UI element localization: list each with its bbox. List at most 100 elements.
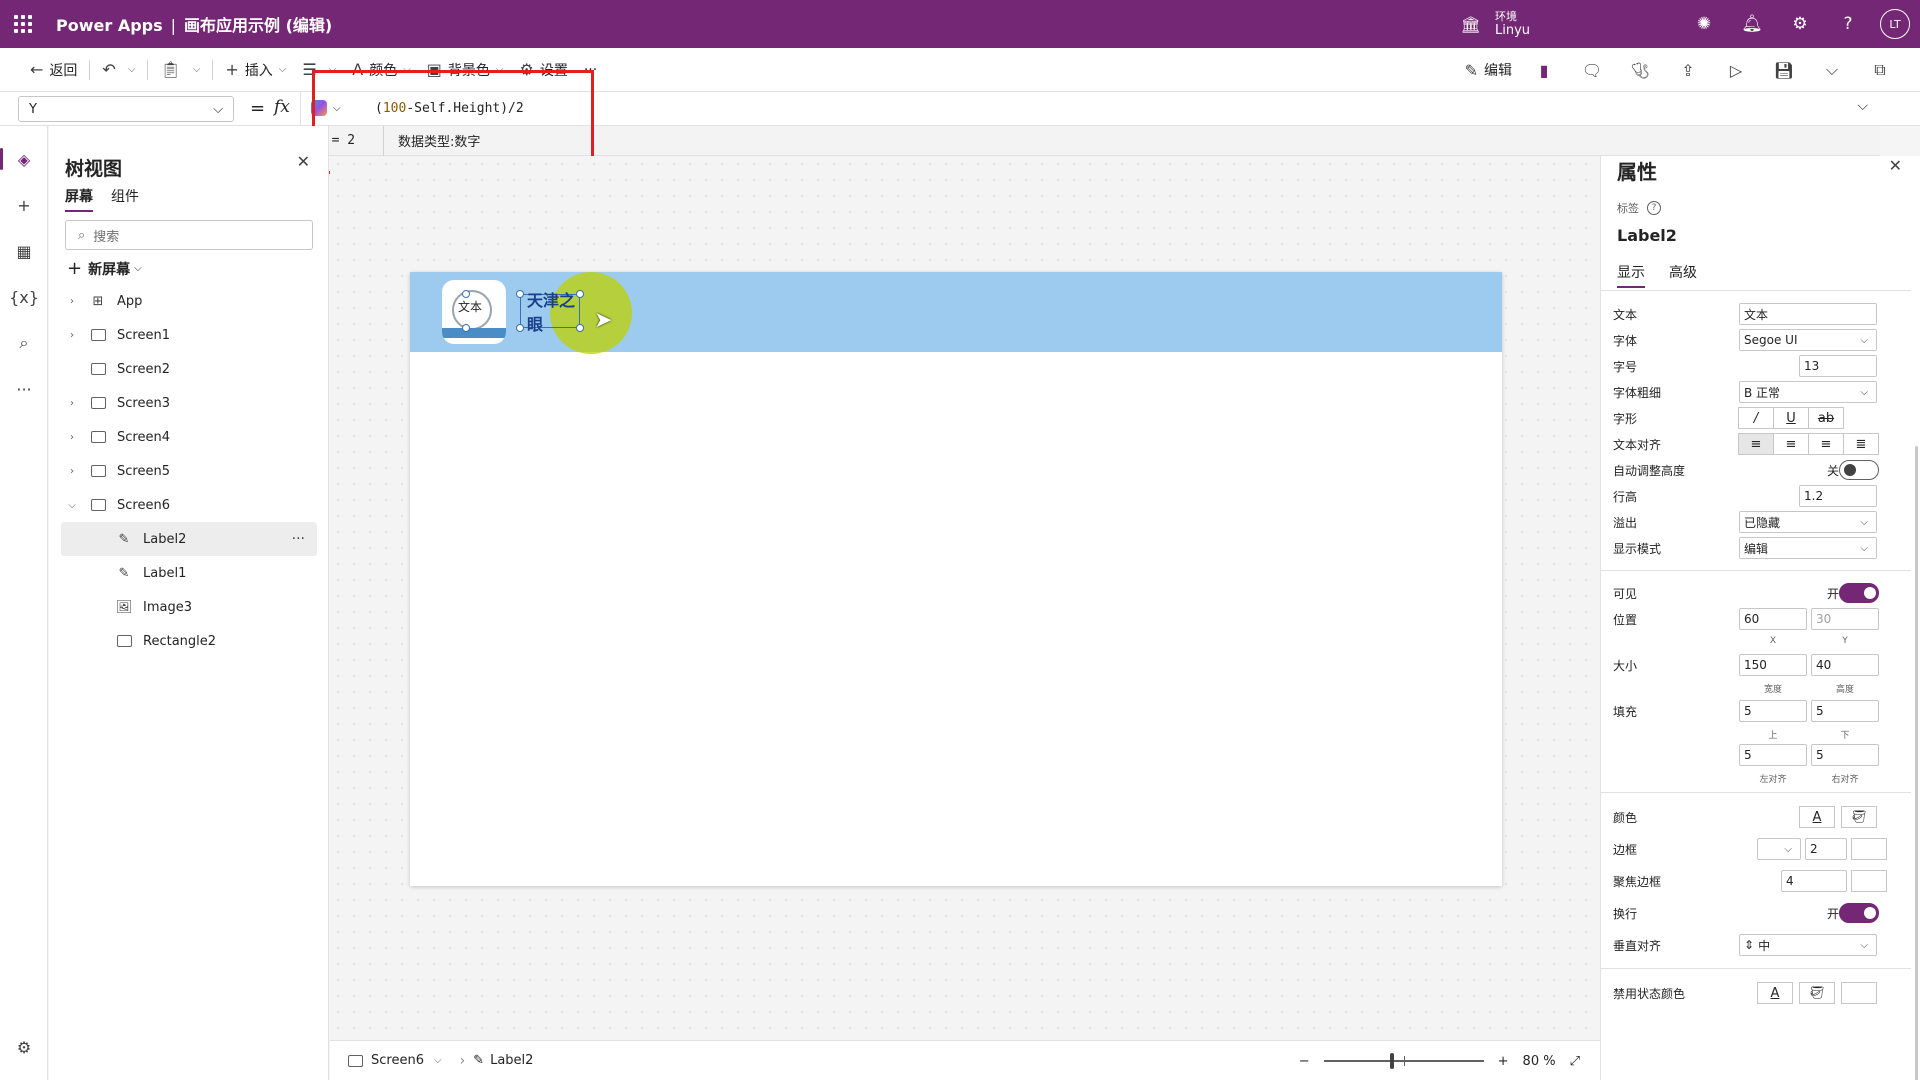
align-left-button[interactable]: ≡: [1738, 433, 1774, 455]
app-checker-icon[interactable]: 🩺︎: [1616, 54, 1664, 86]
disabled-fill-color-picker[interactable]: 🪣︎: [1799, 982, 1835, 1004]
close-icon[interactable]: ✕: [297, 152, 310, 171]
tab-components[interactable]: 组件: [111, 186, 139, 212]
control-name[interactable]: Label2: [1617, 226, 1677, 245]
tree-item-image3[interactable]: 🖼︎ Image3: [49, 590, 329, 624]
fit-to-window-icon[interactable]: ⤢: [1570, 1054, 1580, 1069]
more-icon[interactable]: ···: [0, 366, 48, 412]
fill-color-picker[interactable]: 🪣︎: [1841, 806, 1877, 828]
breadcrumb-control[interactable]: ✎ Label2: [473, 1053, 533, 1068]
font-dropdown[interactable]: Segoe UI ⌵: [1739, 329, 1877, 351]
data-icon[interactable]: ▦: [0, 228, 48, 274]
align-right-button[interactable]: ≡: [1808, 433, 1844, 455]
resize-handle[interactable]: [462, 324, 470, 332]
play-icon[interactable]: ▷: [1712, 54, 1760, 86]
width-input[interactable]: 150: [1739, 654, 1807, 676]
vertical-align-dropdown[interactable]: ⇕ 中 ⌵: [1739, 934, 1877, 956]
display-mode-dropdown[interactable]: 编辑 ⌵: [1739, 537, 1877, 559]
disabled-text-color-picker[interactable]: A: [1757, 982, 1793, 1004]
breadcrumb-screen[interactable]: Screen6 ⌵: [348, 1053, 442, 1068]
border-thickness-input[interactable]: 2: [1805, 838, 1847, 860]
tree-item-app[interactable]: › ⊞ App: [49, 284, 329, 318]
tab-advanced[interactable]: 高级: [1669, 262, 1697, 288]
tree-item-screen4[interactable]: › Screen4: [49, 420, 329, 454]
tree-item-screen3[interactable]: › Screen3: [49, 386, 329, 420]
screen6-frame[interactable]: 文本 天津之眼 ➤: [410, 272, 1502, 886]
padding-left-input[interactable]: 5: [1739, 744, 1807, 766]
disabled-border-color-picker[interactable]: [1841, 982, 1877, 1004]
chevron-down-icon[interactable]: ⌵: [193, 64, 201, 75]
product-name[interactable]: Power Apps: [56, 16, 163, 35]
label2[interactable]: 天津之眼: [520, 291, 580, 334]
chevron-down-icon[interactable]: ⌵: [128, 64, 136, 75]
new-screen-button[interactable]: + 新屏幕 ⌵: [67, 258, 142, 279]
resize-handle[interactable]: [576, 290, 584, 298]
font-weight-dropdown[interactable]: B 正常 ⌵: [1739, 381, 1877, 403]
rectangle2[interactable]: 文本 天津之眼 ➤: [410, 272, 1502, 354]
chevron-right-icon[interactable]: ›: [65, 296, 79, 307]
properties-scrollbar[interactable]: [1915, 446, 1918, 1080]
undo-button[interactable]: ↶ ⌵: [94, 54, 143, 86]
search-icon[interactable]: ⌕: [0, 320, 48, 366]
line-height-input[interactable]: 1.2: [1799, 485, 1877, 507]
align-justify-button[interactable]: ≣: [1843, 433, 1879, 455]
resize-handle[interactable]: [516, 324, 524, 332]
tree-item-screen2[interactable]: Screen2: [49, 352, 329, 386]
chevron-right-icon[interactable]: ›: [65, 330, 79, 341]
focused-border-input[interactable]: 4: [1781, 870, 1847, 892]
tab-display[interactable]: 显示: [1617, 262, 1645, 288]
edit-button[interactable]: ✎ 编辑: [1457, 54, 1520, 86]
wrap-toggle[interactable]: [1839, 903, 1879, 923]
zoom-out-button[interactable]: −: [1299, 1054, 1310, 1069]
environment-picker[interactable]: 🏛 环境 Linyu: [1461, 10, 1530, 38]
close-icon[interactable]: ✕: [1889, 156, 1902, 175]
focused-border-color-picker[interactable]: [1851, 870, 1887, 892]
resize-handle[interactable]: [516, 290, 524, 298]
insert-button[interactable]: + 插入 ⌵: [217, 54, 294, 86]
zoom-in-button[interactable]: +: [1498, 1054, 1509, 1069]
expand-formula-icon[interactable]: ⌵: [1857, 98, 1868, 114]
zoom-slider[interactable]: [1323, 1053, 1484, 1069]
tree-item-rectangle2[interactable]: Rectangle2: [49, 624, 329, 658]
underline-button[interactable]: U: [1773, 407, 1809, 429]
comment-icon[interactable]: 🗨︎: [1568, 54, 1616, 86]
property-dropdown[interactable]: Y ⌵: [18, 96, 234, 122]
tab-screens[interactable]: 屏幕: [65, 186, 93, 212]
bell-icon[interactable]: 🔔︎: [1728, 0, 1776, 48]
tree-item-screen1[interactable]: › Screen1: [49, 318, 329, 352]
gear-icon[interactable]: ⚙: [1776, 0, 1824, 48]
padding-top-input[interactable]: 5: [1739, 700, 1807, 722]
variables-icon[interactable]: {x}: [0, 274, 48, 320]
insert-icon[interactable]: +: [0, 182, 48, 228]
border-color-picker[interactable]: [1851, 838, 1887, 860]
share-icon[interactable]: ⇪: [1664, 54, 1712, 86]
y-input[interactable]: 30: [1811, 608, 1879, 630]
padding-bottom-input[interactable]: 5: [1811, 700, 1879, 722]
border-style-dropdown[interactable]: ⌵: [1757, 838, 1801, 860]
text-color-picker[interactable]: A: [1799, 806, 1835, 828]
overflow-dropdown[interactable]: 已隐藏 ⌵: [1739, 511, 1877, 533]
tree-item-label1[interactable]: ✎ Label1: [49, 556, 329, 590]
more-options-icon[interactable]: ···: [292, 531, 305, 547]
text-input[interactable]: 文本: [1739, 303, 1877, 325]
chevron-right-icon[interactable]: ›: [65, 466, 79, 477]
x-input[interactable]: 60: [1739, 608, 1807, 630]
app-launcher-button[interactable]: [0, 0, 46, 48]
padding-right-input[interactable]: 5: [1811, 744, 1879, 766]
chevron-right-icon[interactable]: ›: [65, 432, 79, 443]
tree-item-label2[interactable]: ✎ Label2 ···: [61, 522, 317, 556]
notebook-icon[interactable]: ▮: [1520, 54, 1568, 86]
height-input[interactable]: 40: [1811, 654, 1879, 676]
back-button[interactable]: ← 返回: [22, 54, 85, 86]
align-center-button[interactable]: ≡: [1773, 433, 1809, 455]
help-icon[interactable]: ?: [1824, 0, 1872, 48]
font-size-input[interactable]: 13: [1799, 355, 1877, 377]
chevron-down-icon[interactable]: ⌵: [65, 500, 79, 511]
strikethrough-button[interactable]: ab: [1808, 407, 1844, 429]
tree-item-screen5[interactable]: › Screen5: [49, 454, 329, 488]
publish-icon[interactable]: ⧉: [1856, 54, 1904, 86]
italic-button[interactable]: /: [1738, 407, 1774, 429]
paste-button[interactable]: 📋︎ ⌵: [152, 54, 208, 86]
visible-toggle[interactable]: [1839, 583, 1879, 603]
zoom-slider-thumb[interactable]: [1389, 1053, 1394, 1069]
